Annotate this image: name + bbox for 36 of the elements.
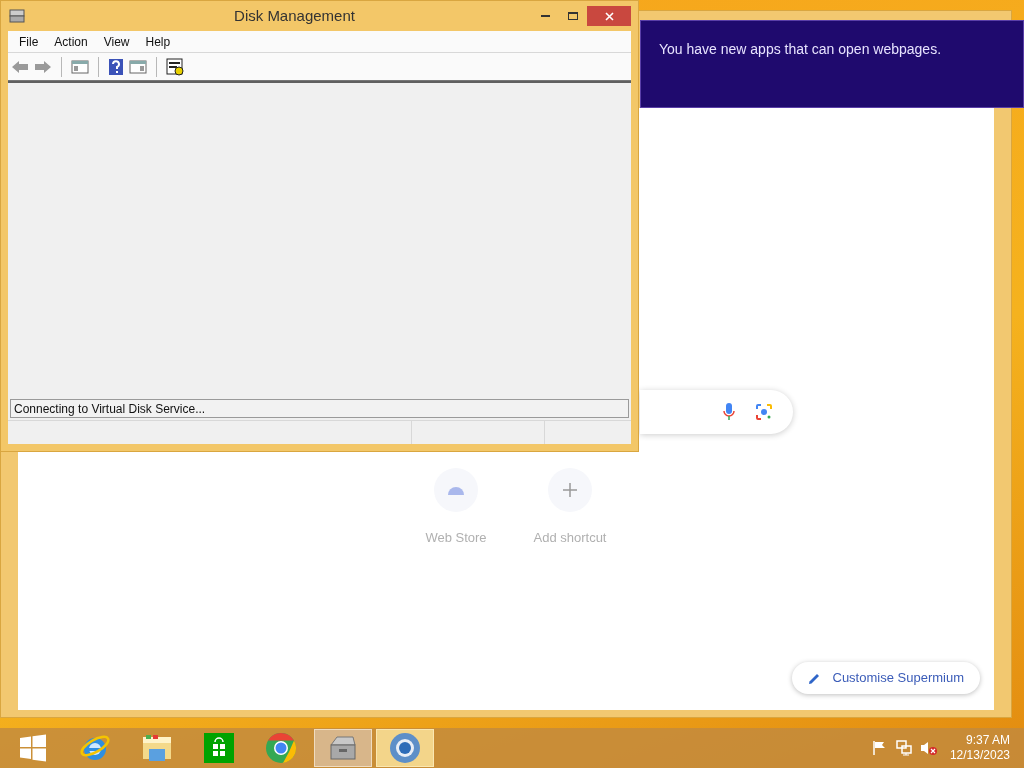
status-text: Connecting to Virtual Disk Service...: [14, 400, 206, 418]
shortcut-tile[interactable]: [434, 468, 478, 512]
store-bag-icon[interactable]: [204, 733, 234, 763]
notification-banner[interactable]: You have new apps that can open webpages.: [640, 20, 1024, 108]
plus-icon: [563, 483, 577, 497]
microphone-icon[interactable]: [723, 403, 735, 421]
windows-logo-icon[interactable]: [19, 734, 47, 762]
pencil-icon: [807, 671, 821, 685]
menu-item[interactable]: Help: [138, 32, 178, 51]
shortcut-tile[interactable]: [548, 468, 592, 512]
disk-drive-icon: [8, 8, 26, 24]
notification-message: You have new apps that can open webpages.: [659, 41, 942, 57]
browser-logo-icon[interactable]: [389, 732, 421, 764]
flag-icon[interactable]: [871, 740, 888, 756]
help-icon[interactable]: [108, 57, 124, 76]
chrome-logo-icon[interactable]: [265, 732, 297, 764]
action-pane-icon[interactable]: [129, 58, 147, 75]
menu-item[interactable]: Action: [47, 32, 95, 51]
camera-lens-icon[interactable]: [755, 403, 773, 421]
taskbar-button[interactable]: [314, 729, 372, 767]
customise-button[interactable]: Customise Supermium: [791, 662, 980, 694]
minimize-icon: [540, 15, 550, 17]
taskbar-button[interactable]: [376, 729, 434, 767]
disk-drive-icon[interactable]: [327, 733, 359, 763]
close-icon: [604, 11, 614, 21]
network-computer-icon[interactable]: [895, 740, 912, 756]
window-title: Disk Management: [233, 5, 356, 26]
folder-icon[interactable]: [141, 733, 173, 763]
web-store-icon: [447, 485, 465, 495]
properties-icon[interactable]: [166, 57, 184, 76]
maximize-icon: [568, 12, 578, 20]
console-tree-icon[interactable]: [71, 58, 89, 75]
menu-item[interactable]: View: [96, 32, 137, 51]
search-box[interactable]: [640, 390, 793, 434]
speaker-muted-icon[interactable]: [919, 740, 938, 756]
menu-item[interactable]: File: [12, 32, 46, 51]
